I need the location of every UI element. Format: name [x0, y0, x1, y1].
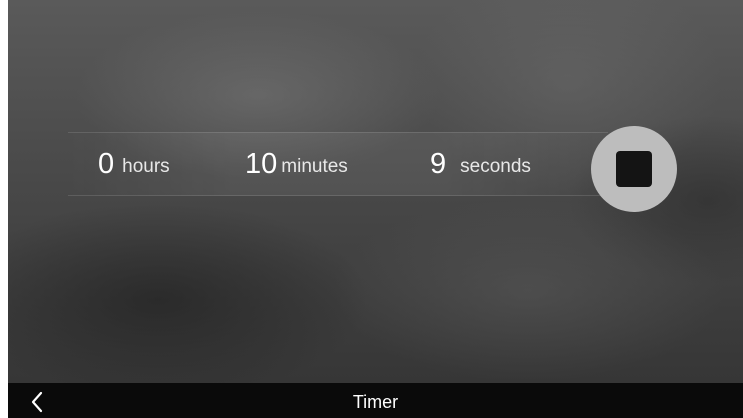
hours-group: 0 hours — [98, 133, 170, 195]
timer-display: 0 hours 10 minutes 9 seconds — [68, 132, 608, 196]
hours-value: 0 — [98, 147, 115, 180]
seconds-value: 9 — [430, 147, 447, 180]
screen-title: Timer — [352, 392, 399, 412]
minutes-value: 10 — [245, 147, 278, 180]
minutes-group: 10 minutes — [245, 133, 348, 195]
stop-icon — [616, 151, 652, 187]
seconds-group: 9 seconds — [430, 133, 531, 195]
minutes-label: minutes — [281, 156, 348, 177]
hours-label: hours — [122, 156, 170, 177]
stop-button[interactable] — [591, 126, 677, 212]
bottom-bar: Timer — [8, 383, 743, 418]
timer-screen: 0 hours 10 minutes 9 seconds Timer — [8, 0, 743, 418]
seconds-label: seconds — [460, 156, 531, 177]
